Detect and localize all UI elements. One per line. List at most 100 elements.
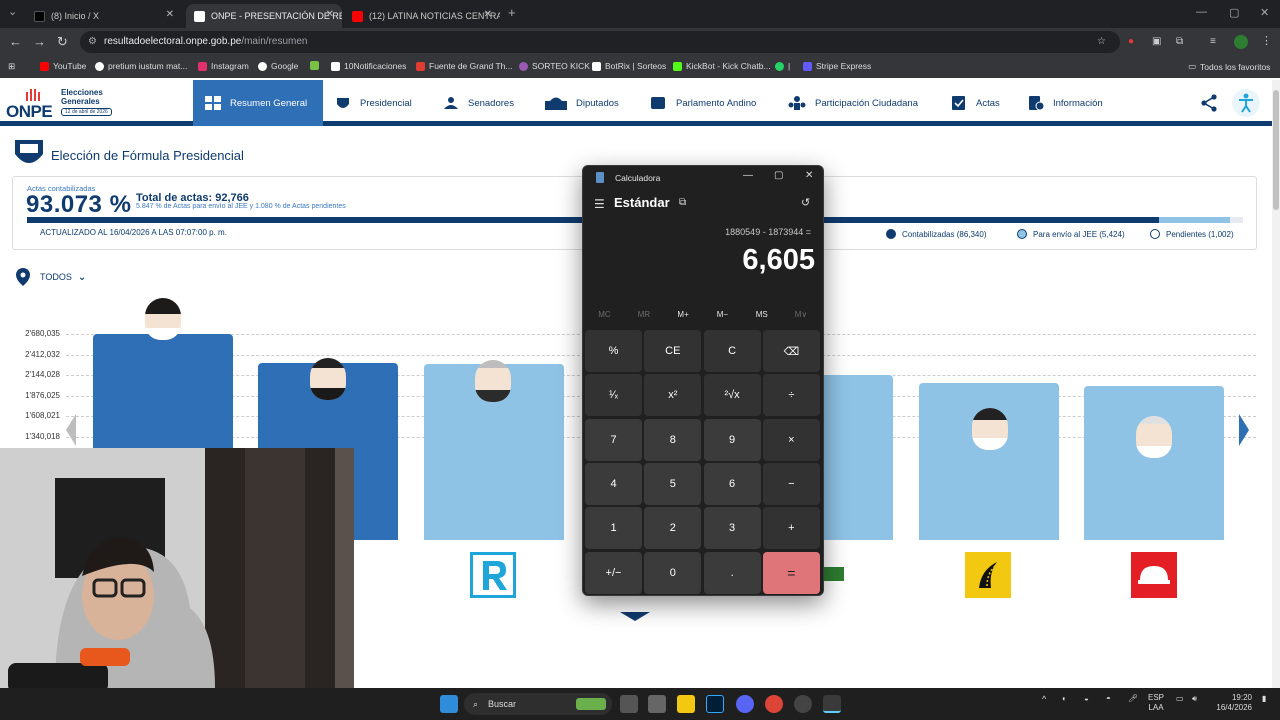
maximize-icon[interactable]: ▢ xyxy=(774,170,783,181)
calculator-taskbar-icon[interactable] xyxy=(823,695,841,713)
chrome-icon[interactable] xyxy=(765,695,783,713)
tab-x[interactable]: (8) Inicio / X ✕ xyxy=(26,4,182,28)
minimize-icon[interactable]: — xyxy=(743,170,753,181)
calc-key[interactable]: % xyxy=(585,330,642,372)
maximize-icon[interactable]: ▢ xyxy=(1229,6,1239,19)
app-icon[interactable] xyxy=(648,695,666,713)
tab-onpe[interactable]: ONPE - PRESENTACIÓN DE RES ✕ xyxy=(186,4,342,28)
history-icon[interactable]: ↺ xyxy=(801,196,810,209)
onpe-logo[interactable]: ONPE xyxy=(6,86,56,121)
tray-app-icon[interactable]: ◐ xyxy=(1062,694,1067,703)
tray-app-icon[interactable]: ◓ xyxy=(1106,694,1111,703)
calc-key[interactable]: 4 xyxy=(585,462,642,505)
calc-key[interactable]: x² xyxy=(644,374,702,417)
url-input[interactable]: ⚙ resultadoelectoral.onpe.gob.pe/main/re… xyxy=(80,31,1120,53)
bookmark-youtube[interactable]: YouTube xyxy=(40,61,86,71)
extension-icon[interactable]: ▣ xyxy=(1152,36,1161,47)
app-icon[interactable] xyxy=(794,695,812,713)
nav-parlamento-andino[interactable]: Parlamento Andino xyxy=(651,80,756,126)
clock[interactable]: 19:20 16/4/2026 xyxy=(1212,693,1252,713)
close-tab-icon[interactable]: ✕ xyxy=(166,9,174,20)
calc-key[interactable]: 8 xyxy=(644,418,702,461)
microphone-icon[interactable]: 🎤︎ xyxy=(1128,694,1138,703)
calc-key[interactable]: = xyxy=(762,551,820,594)
bookmark-unnamed[interactable] xyxy=(310,61,323,70)
tab-latina[interactable]: (12) LATINA NOTICIAS CENTRAL ✕ xyxy=(344,4,500,28)
extensions-puzzle-icon[interactable]: ⧉ xyxy=(1176,36,1183,47)
keep-on-top-icon[interactable]: ⧉ xyxy=(679,197,686,208)
calc-key[interactable]: × xyxy=(762,418,820,461)
reading-list-icon[interactable]: ≡ xyxy=(1210,36,1216,47)
memory-button[interactable]: MS xyxy=(742,310,781,319)
language-indicator[interactable]: ESP LAA xyxy=(1148,693,1164,713)
region-filter[interactable]: TODOS ⌄ xyxy=(16,268,86,286)
calc-key[interactable]: 3 xyxy=(703,507,761,550)
notifications-icon[interactable]: ▮ xyxy=(1262,694,1266,703)
calc-key[interactable]: − xyxy=(762,462,820,505)
bookmark-gta[interactable]: Fuente de Grand Th... xyxy=(416,61,512,71)
bookmark-botrix[interactable]: BotRix | Sorteos xyxy=(592,61,666,71)
bookmark-sorteo-kick[interactable]: SORTEO KICK xyxy=(519,61,590,71)
nav-participacion[interactable]: Participación Ciudadana xyxy=(788,80,918,126)
apps-icon[interactable]: ⊞ xyxy=(8,61,15,72)
memory-button[interactable]: M∨ xyxy=(782,310,821,319)
calc-key[interactable]: 0 xyxy=(644,551,702,594)
bookmark-google[interactable]: Google xyxy=(258,61,298,71)
back-icon[interactable]: ← xyxy=(9,34,22,49)
task-view-icon[interactable] xyxy=(620,695,638,713)
photoshop-icon[interactable] xyxy=(706,695,724,713)
nav-presidencial[interactable]: Presidencial xyxy=(335,80,412,126)
calc-key[interactable]: ÷ xyxy=(762,374,820,417)
candidate-bar[interactable] xyxy=(919,383,1059,540)
scrollbar-thumb[interactable] xyxy=(1273,90,1279,210)
forward-icon[interactable]: → xyxy=(33,34,46,49)
close-tab-icon[interactable]: ✕ xyxy=(484,9,492,20)
memory-button[interactable]: MR xyxy=(624,310,663,319)
calc-key[interactable]: 5 xyxy=(644,462,702,505)
extension-red-icon[interactable]: ● xyxy=(1128,36,1134,47)
memory-button[interactable]: M− xyxy=(703,310,742,319)
bookmark-kickbot[interactable]: KickBot - Kick Chatb... xyxy=(673,61,771,71)
calc-key[interactable]: +/− xyxy=(585,551,642,594)
calc-key[interactable]: 1 xyxy=(585,507,642,550)
bookmark-pretium[interactable]: pretium iustum mat... xyxy=(95,61,187,71)
calc-key[interactable]: ⌫ xyxy=(762,330,820,372)
calc-key[interactable]: 6 xyxy=(703,462,761,505)
bookmark-stripe[interactable]: Stripe Express xyxy=(803,61,871,71)
minimize-icon[interactable]: — xyxy=(1196,6,1207,18)
profile-avatar[interactable] xyxy=(1234,35,1248,49)
calc-key[interactable]: ²√x xyxy=(703,374,761,417)
close-tab-icon[interactable]: ✕ xyxy=(326,9,334,20)
close-icon[interactable]: ✕ xyxy=(805,170,813,181)
network-icon[interactable]: ▭ xyxy=(1176,694,1184,703)
memory-button[interactable]: M+ xyxy=(664,310,703,319)
discord-icon[interactable] xyxy=(736,695,754,713)
volume-icon[interactable]: 🔊︎ xyxy=(1192,694,1197,704)
site-info-icon[interactable]: ⚙ xyxy=(88,31,97,53)
carousel-prev-icon[interactable] xyxy=(66,414,76,446)
bookmark-star-icon[interactable]: ☆ xyxy=(1097,31,1106,53)
nav-informacion[interactable]: Información xyxy=(1028,80,1103,126)
tray-overflow-icon[interactable]: ^ xyxy=(1042,694,1046,704)
nav-senadores[interactable]: Senadores xyxy=(443,80,514,126)
close-window-icon[interactable]: ✕ xyxy=(1260,6,1269,19)
nav-resumen-general[interactable]: Resumen General xyxy=(193,80,323,126)
calc-key[interactable]: 7 xyxy=(585,418,642,461)
calc-key[interactable]: C xyxy=(703,330,761,372)
bookmark-instagram[interactable]: Instagram xyxy=(198,61,249,71)
accessibility-button[interactable] xyxy=(1232,89,1260,117)
share-icon[interactable] xyxy=(1200,94,1218,112)
nav-actas[interactable]: Actas xyxy=(951,80,1000,126)
tab-search-icon[interactable]: ⌄ xyxy=(8,5,17,18)
calc-key[interactable]: + xyxy=(762,507,820,550)
calc-key[interactable]: . xyxy=(703,551,761,594)
memory-button[interactable]: MC xyxy=(585,310,624,319)
nav-diputados[interactable]: Diputados xyxy=(545,80,619,126)
bookmark-whatsapp[interactable]: | xyxy=(775,61,790,71)
file-explorer-icon[interactable] xyxy=(677,695,695,713)
menu-icon[interactable]: ☰ xyxy=(594,197,605,211)
taskbar-search[interactable]: ⌕ Buscar xyxy=(464,693,612,715)
browser-menu-icon[interactable]: ⋮ xyxy=(1261,34,1272,47)
calc-key[interactable]: 2 xyxy=(644,507,702,550)
calc-key[interactable]: 9 xyxy=(703,418,761,461)
